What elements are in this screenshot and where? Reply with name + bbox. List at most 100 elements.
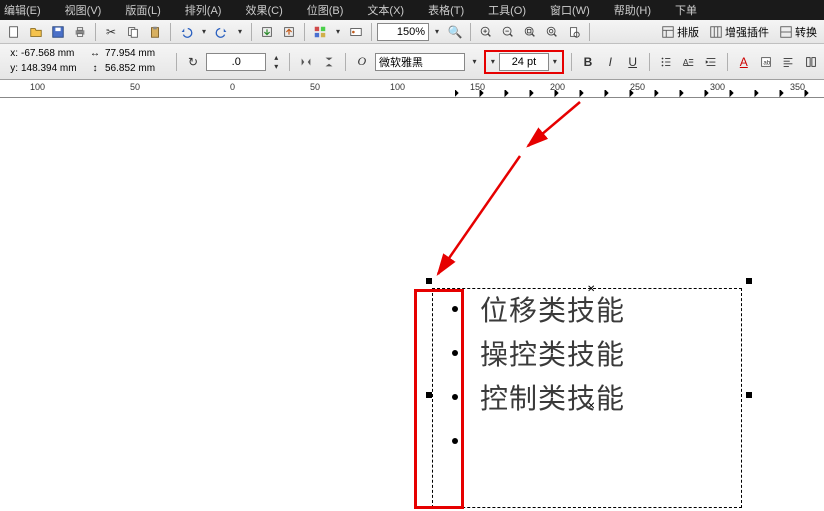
separator: [371, 23, 372, 41]
menu-tools[interactable]: 工具(O): [488, 2, 538, 18]
x-label: x:: [4, 47, 18, 61]
sel-handle-tr[interactable]: [746, 278, 752, 284]
font-italic-o-icon: O: [353, 52, 371, 72]
zoom-in-icon[interactable]: [476, 22, 496, 42]
property-bar: x:-67.568 mm↔77.954 mm y:148.394 mm↕56.8…: [0, 44, 824, 80]
text-edit-icon[interactable]: ab: [757, 52, 775, 72]
font-size-dropdown-left[interactable]: ▾: [487, 53, 499, 71]
char-format-icon[interactable]: A: [735, 52, 753, 72]
menu-effects[interactable]: 效果(C): [245, 2, 294, 18]
y-label: y:: [4, 62, 18, 76]
x-value[interactable]: -67.568 mm: [21, 47, 85, 61]
zoom-selection-icon[interactable]: [520, 22, 540, 42]
zoom-dropdown[interactable]: ▾: [431, 23, 443, 41]
mirror-v-icon[interactable]: [319, 52, 337, 72]
separator: [649, 53, 650, 71]
menu-layout[interactable]: 版面(L): [125, 2, 172, 18]
cut-icon[interactable]: ✂: [101, 22, 121, 42]
font-family-input[interactable]: [375, 53, 465, 71]
right-buttons: 排版 增强插件 转换: [658, 24, 820, 40]
separator: [289, 53, 290, 71]
columns-icon[interactable]: [802, 52, 820, 72]
app-launcher-icon[interactable]: [310, 22, 330, 42]
redo-dropdown[interactable]: ▾: [234, 23, 246, 41]
height-value[interactable]: 56.852 mm: [105, 62, 169, 76]
zoom-all-icon[interactable]: [542, 22, 562, 42]
height-icon: ↕: [88, 62, 102, 76]
font-size-highlight: ▾ ▾: [484, 50, 564, 74]
rotate-down[interactable]: ▾: [270, 62, 282, 71]
width-icon: ↔: [88, 47, 102, 61]
text-content: 操控类技能: [480, 333, 625, 373]
ruler-mark: 50: [130, 82, 140, 92]
rotate-icon: ↻: [184, 52, 202, 72]
import-icon[interactable]: [257, 22, 277, 42]
undo-icon[interactable]: [176, 22, 196, 42]
rotate-up[interactable]: ▴: [270, 53, 282, 62]
menu-table[interactable]: 表格(T): [428, 2, 476, 18]
position-coords: x:-67.568 mm↔77.954 mm y:148.394 mm↕56.8…: [4, 47, 169, 76]
convert-button[interactable]: 转换: [776, 24, 820, 40]
bullet-list-icon[interactable]: [657, 52, 675, 72]
zoom-page-icon[interactable]: [564, 22, 584, 42]
dropcap-icon[interactable]: A: [679, 52, 697, 72]
bold-icon[interactable]: B: [579, 52, 597, 72]
save-icon[interactable]: [48, 22, 68, 42]
text-line[interactable]: 操控类技能: [432, 331, 742, 375]
plugin-button[interactable]: 增强插件: [706, 24, 772, 40]
copy-icon[interactable]: [123, 22, 143, 42]
print-icon[interactable]: [70, 22, 90, 42]
menu-view[interactable]: 视图(V): [65, 2, 114, 18]
menu-edit[interactable]: 编辑(E): [4, 2, 53, 18]
width-value[interactable]: 77.954 mm: [105, 47, 169, 61]
zoom-input[interactable]: [377, 23, 429, 41]
text-content: 控制类技能: [480, 377, 625, 417]
mirror-h-icon[interactable]: [297, 52, 315, 72]
separator: [304, 23, 305, 41]
horizontal-ruler[interactable]: 100 50 0 50 100 150 200 250 300 350: [0, 80, 824, 98]
zoom-tool-icon[interactable]: 🔍: [445, 22, 465, 42]
underline-icon[interactable]: U: [623, 52, 641, 72]
layout-button[interactable]: 排版: [658, 24, 702, 40]
zoom-out-icon[interactable]: [498, 22, 518, 42]
text-frame[interactable]: 位移类技能 操控类技能 控制类技能: [432, 287, 742, 463]
text-content: 位移类技能: [480, 289, 625, 329]
canvas-area[interactable]: ✕ ✕ 位移类技能 操控类技能 控制类技能: [0, 98, 824, 511]
launcher-dropdown[interactable]: ▾: [332, 23, 344, 41]
paste-icon[interactable]: [145, 22, 165, 42]
separator: [571, 53, 572, 71]
sel-handle-tl[interactable]: [426, 278, 432, 284]
indent-inc-icon[interactable]: [701, 52, 719, 72]
y-value[interactable]: 148.394 mm: [21, 62, 85, 76]
toolbar-standard: ✂ ▾ ▾ ▾ ▾ 🔍 排版 增强插件 转换: [0, 20, 824, 44]
redo-icon[interactable]: [212, 22, 232, 42]
export-icon[interactable]: [279, 22, 299, 42]
menu-bar: 编辑(E) 视图(V) 版面(L) 排列(A) 效果(C) 位图(B) 文本(X…: [0, 0, 824, 20]
text-line[interactable]: [432, 419, 742, 463]
italic-icon[interactable]: I: [601, 52, 619, 72]
ruler-mark: 50: [310, 82, 320, 92]
undo-dropdown[interactable]: ▾: [198, 23, 210, 41]
ruler-mark: 100: [390, 82, 405, 92]
svg-text:A: A: [683, 57, 689, 67]
svg-text:ab: ab: [763, 59, 770, 66]
menu-window[interactable]: 窗口(W): [550, 2, 602, 18]
ruler-mark: 0: [230, 82, 235, 92]
font-family-dropdown[interactable]: ▾: [469, 53, 480, 71]
menu-text[interactable]: 文本(X): [367, 2, 416, 18]
welcome-icon[interactable]: [346, 22, 366, 42]
font-size-input[interactable]: [499, 53, 549, 71]
annotation-box-bullets: [414, 289, 464, 509]
menu-arrange[interactable]: 排列(A): [185, 2, 234, 18]
new-icon[interactable]: [4, 22, 24, 42]
text-line[interactable]: 位移类技能: [432, 287, 742, 331]
menu-help[interactable]: 帮助(H): [614, 2, 663, 18]
sel-handle-mr[interactable]: [746, 392, 752, 398]
align-options-icon[interactable]: [779, 52, 797, 72]
menu-order[interactable]: 下单: [675, 2, 709, 18]
open-icon[interactable]: [26, 22, 46, 42]
rotation-input[interactable]: [206, 53, 266, 71]
font-size-dropdown[interactable]: ▾: [549, 53, 561, 71]
text-line[interactable]: 控制类技能: [432, 375, 742, 419]
menu-bitmap[interactable]: 位图(B): [307, 2, 356, 18]
